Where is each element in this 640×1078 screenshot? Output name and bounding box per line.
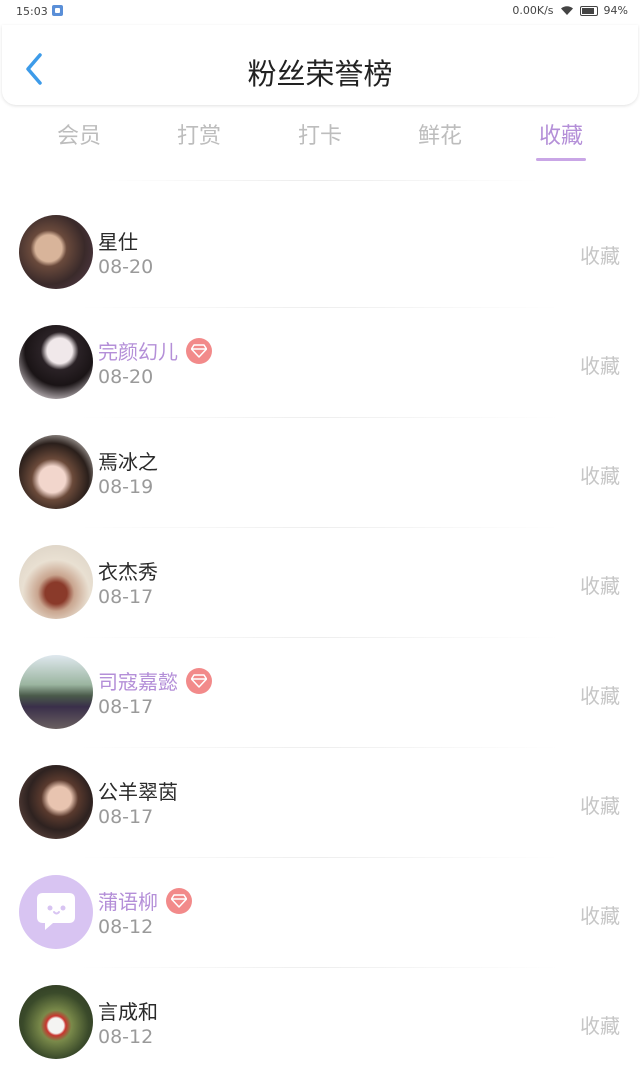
tab-bar: 会员 打赏 打卡 鲜花 收藏 xyxy=(0,112,640,168)
action-label: 收藏 xyxy=(580,904,620,928)
list-item[interactable]: 司寇嘉懿 08-17 收藏 xyxy=(0,638,640,748)
list-item[interactable]: 星仕 08-20 收藏 xyxy=(0,198,640,308)
fan-name: 蒲语柳 xyxy=(98,890,158,914)
avatar xyxy=(19,545,93,619)
list-item[interactable]: 衣杰秀 08-17 收藏 xyxy=(0,528,640,638)
fan-date: 08-19 xyxy=(98,476,154,498)
diamond-icon xyxy=(191,343,207,358)
fan-name: 公羊翠茵 xyxy=(98,780,178,804)
action-label: 收藏 xyxy=(580,1014,620,1038)
fan-name: 焉冰之 xyxy=(98,450,158,474)
list-item[interactable]: 蒲语柳 08-12 收藏 xyxy=(0,858,640,968)
tab-checkin[interactable]: 打卡 xyxy=(270,118,370,150)
vip-badge xyxy=(186,337,212,364)
action-label: 收藏 xyxy=(580,574,620,598)
diamond-icon xyxy=(171,893,187,908)
status-time: 15:03 xyxy=(16,5,48,18)
fan-date: 08-17 xyxy=(98,586,154,608)
tab-reward[interactable]: 打赏 xyxy=(149,118,249,150)
app-notification-icon xyxy=(52,5,63,16)
tab-flowers[interactable]: 鲜花 xyxy=(390,118,490,150)
active-tab-indicator xyxy=(536,158,586,161)
fan-name: 衣杰秀 xyxy=(98,560,158,584)
fan-date: 08-17 xyxy=(98,806,154,828)
avatar xyxy=(19,875,93,949)
diamond-icon xyxy=(191,673,207,688)
fan-date: 08-20 xyxy=(98,256,154,278)
fan-date: 08-17 xyxy=(98,696,154,718)
action-label: 收藏 xyxy=(580,794,620,818)
fan-name: 星仕 xyxy=(98,230,138,254)
action-label: 收藏 xyxy=(580,354,620,378)
fan-name: 完颜幻儿 xyxy=(98,340,178,364)
list-item[interactable]: 公羊翠茵 08-17 收藏 xyxy=(0,748,640,858)
avatar xyxy=(19,655,93,729)
avatar xyxy=(19,985,93,1059)
fan-date: 08-12 xyxy=(98,916,154,938)
list-item[interactable]: 完颜幻儿 08-20 收藏 xyxy=(0,308,640,418)
tab-member[interactable]: 会员 xyxy=(29,118,129,150)
vip-badge xyxy=(166,887,192,914)
tab-favorites[interactable]: 收藏 xyxy=(511,118,611,150)
avatar xyxy=(19,765,93,839)
battery-level: 94% xyxy=(603,4,628,17)
avatar xyxy=(19,325,93,399)
list-item[interactable]: 言成和 08-12 收藏 xyxy=(0,968,640,1078)
vip-badge xyxy=(186,667,212,694)
app-header: 粉丝荣誉榜 xyxy=(2,25,638,105)
action-label: 收藏 xyxy=(580,464,620,488)
action-label: 收藏 xyxy=(580,244,620,268)
wifi-icon xyxy=(560,6,573,15)
fan-list: 星仕 08-20 收藏 完颜幻儿 08-20 收藏 焉冰之 08-19 收藏 衣… xyxy=(0,198,640,1078)
page-title: 粉丝荣誉榜 xyxy=(247,57,393,91)
status-bar: 15:03 0.00K/s 94% xyxy=(0,0,640,24)
action-label: 收藏 xyxy=(580,684,620,708)
battery-icon xyxy=(579,5,598,16)
avatar xyxy=(19,435,93,509)
status-indicators: 0.00K/s 94% xyxy=(512,4,628,17)
avatar xyxy=(19,215,93,289)
list-item[interactable]: 焉冰之 08-19 收藏 xyxy=(0,418,640,528)
fan-name: 司寇嘉懿 xyxy=(98,670,178,694)
chat-bubble-icon xyxy=(37,893,75,930)
divider xyxy=(100,180,540,181)
fan-date: 08-20 xyxy=(98,366,154,388)
network-speed: 0.00K/s xyxy=(512,4,554,17)
fan-date: 08-12 xyxy=(98,1026,154,1048)
fan-name: 言成和 xyxy=(98,1000,158,1024)
